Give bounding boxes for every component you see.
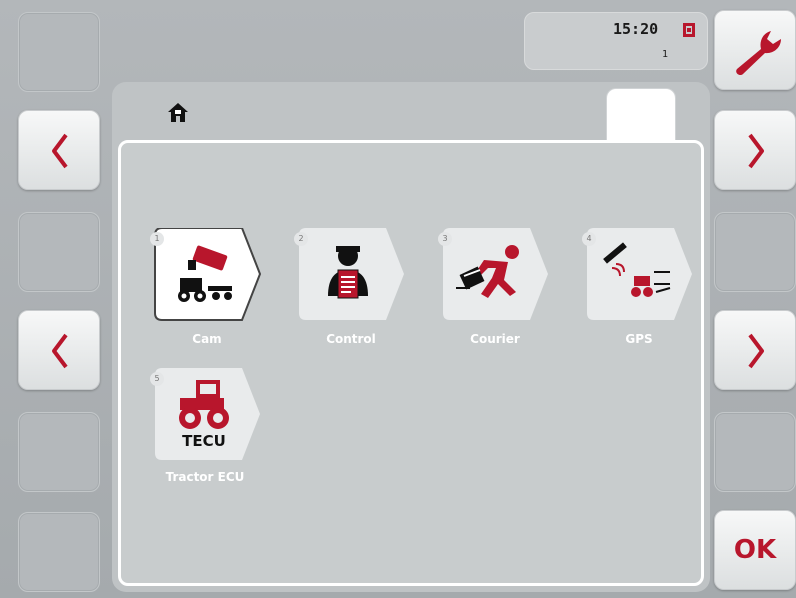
running-courier-icon: [456, 245, 519, 298]
app-label-cam: Cam: [192, 332, 222, 346]
status-sub-number: 1: [662, 49, 669, 60]
softkey-right-3[interactable]: [714, 212, 796, 292]
tab-indicator[interactable]: [606, 88, 676, 146]
gps-satellite-tractor-icon: [603, 242, 671, 297]
chevron-right-icon: [748, 133, 764, 169]
tractor-ecu-icon: [179, 380, 229, 429]
ok-label: OK: [733, 535, 777, 565]
app-number-badge: 3: [438, 232, 452, 246]
tecu-icon-text: TECU: [182, 432, 226, 450]
softkey-left-3[interactable]: [18, 212, 100, 292]
softkey-left-4[interactable]: [18, 310, 100, 390]
app-label-courier: Courier: [470, 332, 520, 346]
operator-clipboard-icon: [328, 246, 368, 299]
app-grid-area: [118, 140, 704, 586]
status-box: 15:20 1: [524, 12, 708, 70]
app-control[interactable]: 2: [294, 228, 404, 320]
app-tractor-ecu[interactable]: 5 TECU: [150, 368, 260, 460]
softkey-right-6[interactable]: OK: [714, 510, 796, 590]
softkey-left-1[interactable]: [18, 12, 100, 92]
app-gps[interactable]: 4: [582, 228, 692, 320]
app-label-gps: GPS: [625, 332, 653, 346]
softkey-right-4[interactable]: [714, 310, 796, 390]
softkey-left-2[interactable]: [18, 110, 100, 190]
app-number-badge: 4: [582, 232, 596, 246]
camera-tractor-icon: [178, 245, 232, 302]
terminal-screen: OK 15:20 1 1 Cam 2 Control 3 Courier 4 G…: [0, 0, 796, 598]
softkey-left-5[interactable]: [18, 412, 100, 492]
app-label-tractor-ecu: Tractor ECU: [165, 470, 245, 484]
app-number-badge: 1: [150, 232, 164, 246]
app-courier[interactable]: 3: [438, 228, 548, 320]
wrench-icon: [736, 31, 781, 76]
app-cam[interactable]: 1: [150, 228, 262, 321]
softkey-right-5[interactable]: [714, 412, 796, 492]
clock-time: 15:20: [613, 20, 659, 38]
app-number-badge: 5: [150, 372, 164, 386]
chevron-left-icon: [52, 333, 68, 369]
softkey-right-2[interactable]: [714, 110, 796, 190]
chevron-right-icon: [748, 333, 764, 369]
app-label-control: Control: [326, 332, 376, 346]
softkey-right-1[interactable]: [714, 10, 796, 90]
app-number-badge: 2: [294, 232, 308, 246]
chevron-left-icon: [52, 133, 68, 169]
memory-card-icon: [683, 23, 695, 37]
softkey-left-6[interactable]: [18, 512, 100, 592]
home-icon: [168, 103, 188, 122]
